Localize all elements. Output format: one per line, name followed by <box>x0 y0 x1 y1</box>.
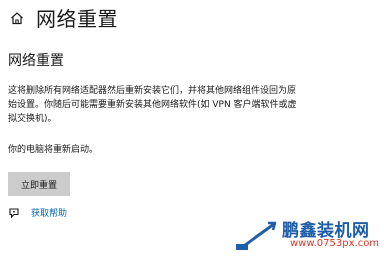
reset-description: 这将删除所有网络适配器然后重新安装它们，并将其他网络组件设回为原始设置。你随后可… <box>8 86 297 124</box>
get-help-link[interactable]: 获取帮助 <box>8 206 67 219</box>
reset-now-button[interactable]: 立即重置 <box>8 172 70 196</box>
watermark-logo-icon <box>234 220 278 254</box>
page-header: 网络重置 <box>10 4 118 31</box>
restart-note: 你的电脑将重新启动。 <box>8 145 99 155</box>
site-watermark: 鹏鑫装机网 www.0753px.com <box>234 214 384 256</box>
section-title: 网络重置 <box>8 53 64 69</box>
get-help-label[interactable]: 获取帮助 <box>31 206 67 219</box>
home-icon[interactable] <box>10 10 24 25</box>
page-title: 网络重置 <box>36 6 118 31</box>
help-chat-icon <box>8 207 20 219</box>
watermark-url: www.0753px.com <box>290 238 380 249</box>
